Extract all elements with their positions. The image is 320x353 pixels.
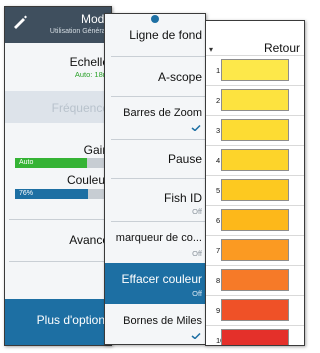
color-level-row[interactable]: 1 <box>206 55 304 85</box>
menu-item-label: Bornes de Miles <box>123 315 202 327</box>
gain-slider[interactable]: Auto <box>15 158 111 168</box>
menu-item-marqueur[interactable]: marqueur de co... Off <box>105 222 205 262</box>
couleur-value: 76% <box>19 190 34 197</box>
color-level-number: 8 <box>216 276 221 285</box>
mode-subtitle: Utilisation Générale <box>49 28 111 35</box>
color-swatch[interactable] <box>221 179 289 201</box>
retour-title: Retour <box>263 41 300 55</box>
checkmark-icon <box>191 125 201 131</box>
retour-header: ▾ Retour <box>206 21 304 55</box>
menu-item-fish-id[interactable]: Fish ID Off <box>105 179 205 221</box>
menu-item-label: Fish ID <box>163 191 202 205</box>
couleur-label: Couleur <box>66 173 109 187</box>
color-level-number: 2 <box>216 96 221 105</box>
menu-item-pause[interactable]: Pause <box>105 140 205 178</box>
color-swatch[interactable] <box>221 89 289 111</box>
menu-item-value: Off <box>192 207 202 216</box>
color-level-number: 6 <box>216 216 221 225</box>
color-level-number: 1 <box>216 66 221 75</box>
color-swatch[interactable] <box>221 239 289 261</box>
color-swatch[interactable] <box>221 299 289 321</box>
color-swatch[interactable] <box>221 149 289 171</box>
echelle-item[interactable]: Echelle Auto: 18m <box>5 45 111 89</box>
menu-item-a-scope[interactable]: A-scope <box>105 57 205 96</box>
menu-item-label: marqueur de co... <box>115 232 202 244</box>
more-options-label: Plus d'options <box>36 313 111 327</box>
menu-item-label: Effacer couleur <box>121 272 203 286</box>
color-level-row[interactable]: 8 <box>206 265 304 295</box>
more-options-button[interactable]: Plus d'options <box>5 299 111 345</box>
color-level-number: 9 <box>216 306 221 315</box>
color-level-row[interactable]: 5 <box>206 175 304 205</box>
couleur-item[interactable]: Couleur 76% <box>5 169 111 213</box>
retour-color-panel: ▾ Retour 1 2 3 4 5 6 7 8 9 10 <box>205 20 305 346</box>
divider <box>9 261 111 262</box>
color-level-number: 7 <box>216 246 221 255</box>
dropdown-arrow-icon[interactable]: ▾ <box>209 45 213 54</box>
menu-item-barres-de-zoom[interactable]: Barres de Zoom <box>105 97 205 139</box>
color-swatch[interactable] <box>221 59 289 81</box>
color-level-row[interactable]: 7 <box>206 235 304 265</box>
color-swatch[interactable] <box>221 209 289 231</box>
mode-header[interactable]: Mode Utilisation Générale <box>5 7 111 43</box>
menu-item-label: Ligne de fond <box>129 28 202 42</box>
frequence-item: Fréquence <box>5 91 111 123</box>
menu-item-label: A-scope <box>157 70 202 84</box>
gain-value: Auto <box>19 159 34 166</box>
color-level-row[interactable]: 6 <box>206 205 304 235</box>
couleur-slider[interactable]: 76% <box>15 189 111 199</box>
frequence-label: Fréquence <box>51 101 109 115</box>
divider <box>9 219 111 220</box>
sonar-menu-panel: Mode Utilisation Générale Echelle Auto: … <box>4 6 112 346</box>
options-menu-panel: Ligne de fond A-scope Barres de Zoom Pau… <box>104 13 206 345</box>
color-level-row[interactable]: 9 <box>206 295 304 325</box>
menu-item-ligne-de-fond[interactable]: Ligne de fond <box>105 14 205 56</box>
avance-item[interactable]: Avancé <box>5 221 111 257</box>
menu-item-label: Pause <box>167 152 202 166</box>
checkmark-icon <box>191 333 201 339</box>
color-level-row[interactable]: 4 <box>206 145 304 175</box>
menu-item-effacer-couleur[interactable]: Effacer couleur Off <box>105 263 205 304</box>
color-swatch[interactable] <box>221 119 289 141</box>
color-level-number: 3 <box>216 126 221 135</box>
menu-item-label: Barres de Zoom <box>123 107 202 119</box>
color-level-row[interactable]: 10 <box>206 325 304 345</box>
color-swatch[interactable] <box>221 329 289 345</box>
menu-item-value: Off <box>192 289 202 298</box>
color-level-row[interactable]: 3 <box>206 115 304 145</box>
color-level-row[interactable]: 2 <box>206 85 304 115</box>
color-level-number: 4 <box>216 156 221 165</box>
menu-item-value: Off <box>192 249 202 258</box>
gain-item[interactable]: Gain Auto <box>5 125 111 169</box>
pencil-icon <box>14 15 27 29</box>
color-swatch[interactable] <box>221 269 289 291</box>
menu-item-bornes-de-miles[interactable]: Bornes de Miles <box>105 305 205 344</box>
color-level-number: 5 <box>216 186 221 195</box>
